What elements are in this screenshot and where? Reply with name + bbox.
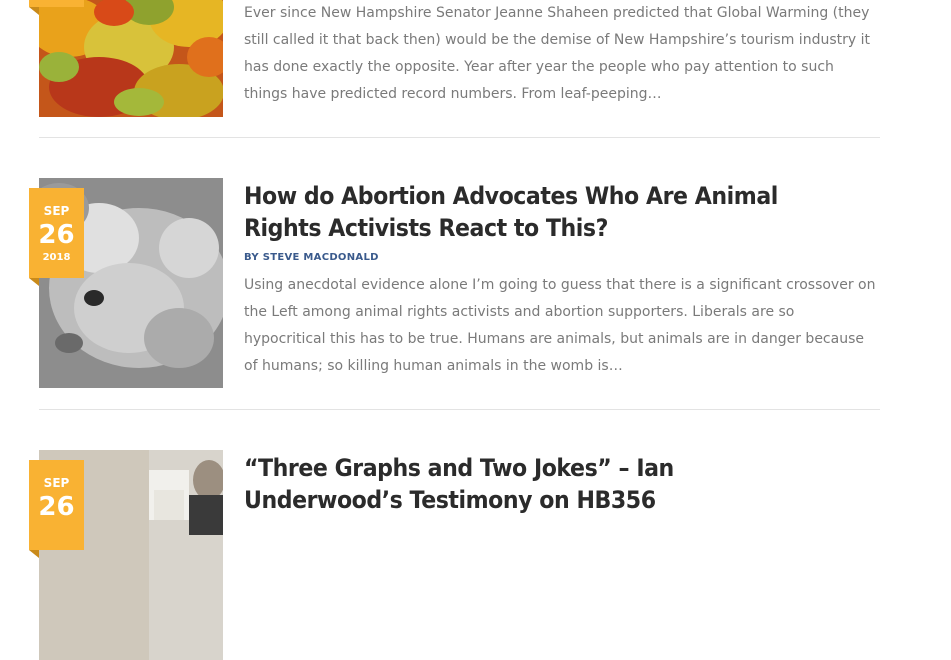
date-day: 26 [38, 220, 75, 250]
post-title[interactable]: How do Abortion Advocates Who Are Animal… [244, 180, 796, 244]
date-badge: SEP 26 [29, 460, 84, 558]
post-title[interactable]: “Three Graphs and Two Jokes” – Ian Under… [244, 452, 796, 516]
post-excerpt: Using anecdotal evidence alone I’m going… [244, 277, 876, 374]
date-year: 2018 [42, 252, 71, 263]
date-day: 26 [38, 492, 75, 522]
post-thumbnail[interactable] [39, 0, 223, 117]
post-excerpt: Ever since New Hampshire Senator Jeanne … [244, 5, 870, 102]
date-badge: SEP 26 2018 [29, 188, 84, 286]
post-divider [39, 409, 880, 410]
date-badge [29, 0, 84, 15]
date-month: SEP [43, 204, 70, 218]
date-month: SEP [43, 476, 70, 490]
post-divider [39, 137, 880, 138]
post-byline[interactable]: BY STEVE MACDONALD [244, 252, 379, 263]
autumn-leaves-image [39, 0, 223, 117]
